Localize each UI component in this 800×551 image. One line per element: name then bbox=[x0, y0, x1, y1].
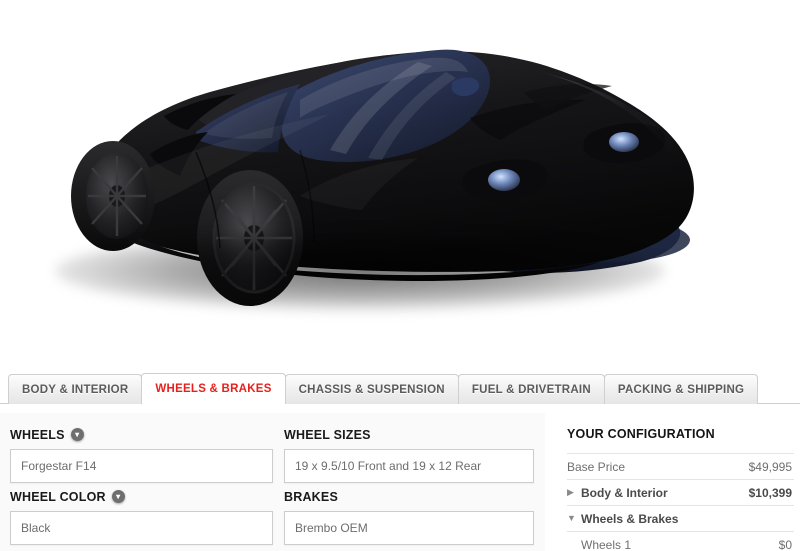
tab-list: BODY & INTERIOR WHEELS & BRAKES CHASSIS … bbox=[8, 365, 800, 413]
option-label-text: BRAKES bbox=[284, 489, 338, 504]
option-wheel-sizes-label: WHEEL SIZES bbox=[284, 427, 534, 442]
wheels-select[interactable]: Forgestar F14 bbox=[10, 449, 273, 483]
wheels-select-value: Forgestar F14 bbox=[21, 459, 97, 473]
option-wheel-sizes: WHEEL SIZES 19 x 9.5/10 Front and 19 x 1… bbox=[284, 427, 534, 483]
config-row-name: Wheels & Brakes bbox=[581, 511, 679, 526]
options-grid: WHEELS ▾ Forgestar F14 WHEEL SIZES 19 x … bbox=[0, 427, 545, 545]
tab-label: CHASSIS & SUSPENSION bbox=[298, 383, 445, 396]
tab-fuel-drivetrain[interactable]: FUEL & DRIVETRAIN bbox=[457, 374, 605, 404]
option-label-text: WHEELS bbox=[10, 427, 65, 442]
config-row-price: $49,995 bbox=[748, 459, 792, 474]
option-wheel-color: WHEEL COLOR ▾ Black bbox=[10, 489, 273, 545]
tab-packing-shipping[interactable]: PACKING & SHIPPING bbox=[603, 374, 759, 404]
vehicle-illustration bbox=[71, 49, 694, 306]
configurator-tabbar: BODY & INTERIOR WHEELS & BRAKES CHASSIS … bbox=[0, 365, 800, 413]
config-group-body-interior[interactable]: ▶ Body & Interior $10,399 bbox=[567, 479, 794, 505]
option-label-text: WHEEL SIZES bbox=[284, 427, 371, 442]
wheel-sizes-select-value: 19 x 9.5/10 Front and 19 x 12 Rear bbox=[295, 459, 482, 473]
option-wheels-label: WHEELS ▾ bbox=[10, 427, 273, 442]
wheel-color-select-value: Black bbox=[21, 521, 51, 535]
info-icon[interactable]: ▾ bbox=[111, 490, 125, 503]
tab-label: PACKING & SHIPPING bbox=[617, 383, 745, 396]
config-row-name: Body & Interior bbox=[581, 485, 668, 500]
chevron-right-icon: ▶ bbox=[567, 487, 574, 497]
tab-chassis-suspension[interactable]: CHASSIS & SUSPENSION bbox=[284, 374, 459, 404]
option-wheels: WHEELS ▾ Forgestar F14 bbox=[10, 427, 273, 483]
configuration-summary: YOUR CONFIGURATION Base Price $49,995 ▶ … bbox=[545, 413, 800, 551]
wheel-color-select[interactable]: Black bbox=[10, 511, 273, 545]
options-pane: WHEELS ▾ Forgestar F14 WHEEL SIZES 19 x … bbox=[0, 413, 545, 551]
tab-label: BODY & INTERIOR bbox=[22, 383, 129, 396]
config-row-price: $0 bbox=[778, 537, 792, 551]
info-icon[interactable]: ▾ bbox=[70, 428, 84, 441]
config-row-name: Base Price bbox=[567, 459, 626, 474]
configurator-body: WHEELS ▾ Forgestar F14 WHEEL SIZES 19 x … bbox=[0, 413, 800, 551]
configuration-title: YOUR CONFIGURATION bbox=[567, 427, 715, 441]
vehicle-image bbox=[0, 0, 800, 365]
config-group-wheels-brakes[interactable]: ▼ Wheels & Brakes bbox=[567, 505, 794, 531]
tab-label: FUEL & DRIVETRAIN bbox=[471, 383, 591, 396]
tab-wheels-brakes[interactable]: WHEELS & BRAKES bbox=[141, 373, 286, 405]
option-label-text: WHEEL COLOR bbox=[10, 489, 106, 504]
config-row-wheels-item: Wheels 1 $0 bbox=[567, 531, 794, 551]
brakes-select-value: Brembo OEM bbox=[295, 521, 368, 535]
config-row-name: Wheels 1 bbox=[581, 537, 632, 551]
config-row-base-price: Base Price $49,995 bbox=[567, 453, 794, 479]
wheel-sizes-select[interactable]: 19 x 9.5/10 Front and 19 x 12 Rear bbox=[284, 449, 534, 483]
vehicle-shadow bbox=[55, 232, 665, 310]
tab-body-interior[interactable]: BODY & INTERIOR bbox=[8, 374, 143, 404]
config-row-price: $10,399 bbox=[748, 485, 792, 500]
option-wheel-color-label: WHEEL COLOR ▾ bbox=[10, 489, 273, 504]
option-brakes: BRAKES Brembo OEM bbox=[284, 489, 534, 545]
chevron-down-icon: ▼ bbox=[567, 513, 576, 523]
tab-label: WHEELS & BRAKES bbox=[155, 383, 272, 395]
brakes-select[interactable]: Brembo OEM bbox=[284, 511, 534, 545]
vehicle-preview bbox=[0, 0, 800, 365]
option-brakes-label: BRAKES bbox=[284, 489, 534, 504]
